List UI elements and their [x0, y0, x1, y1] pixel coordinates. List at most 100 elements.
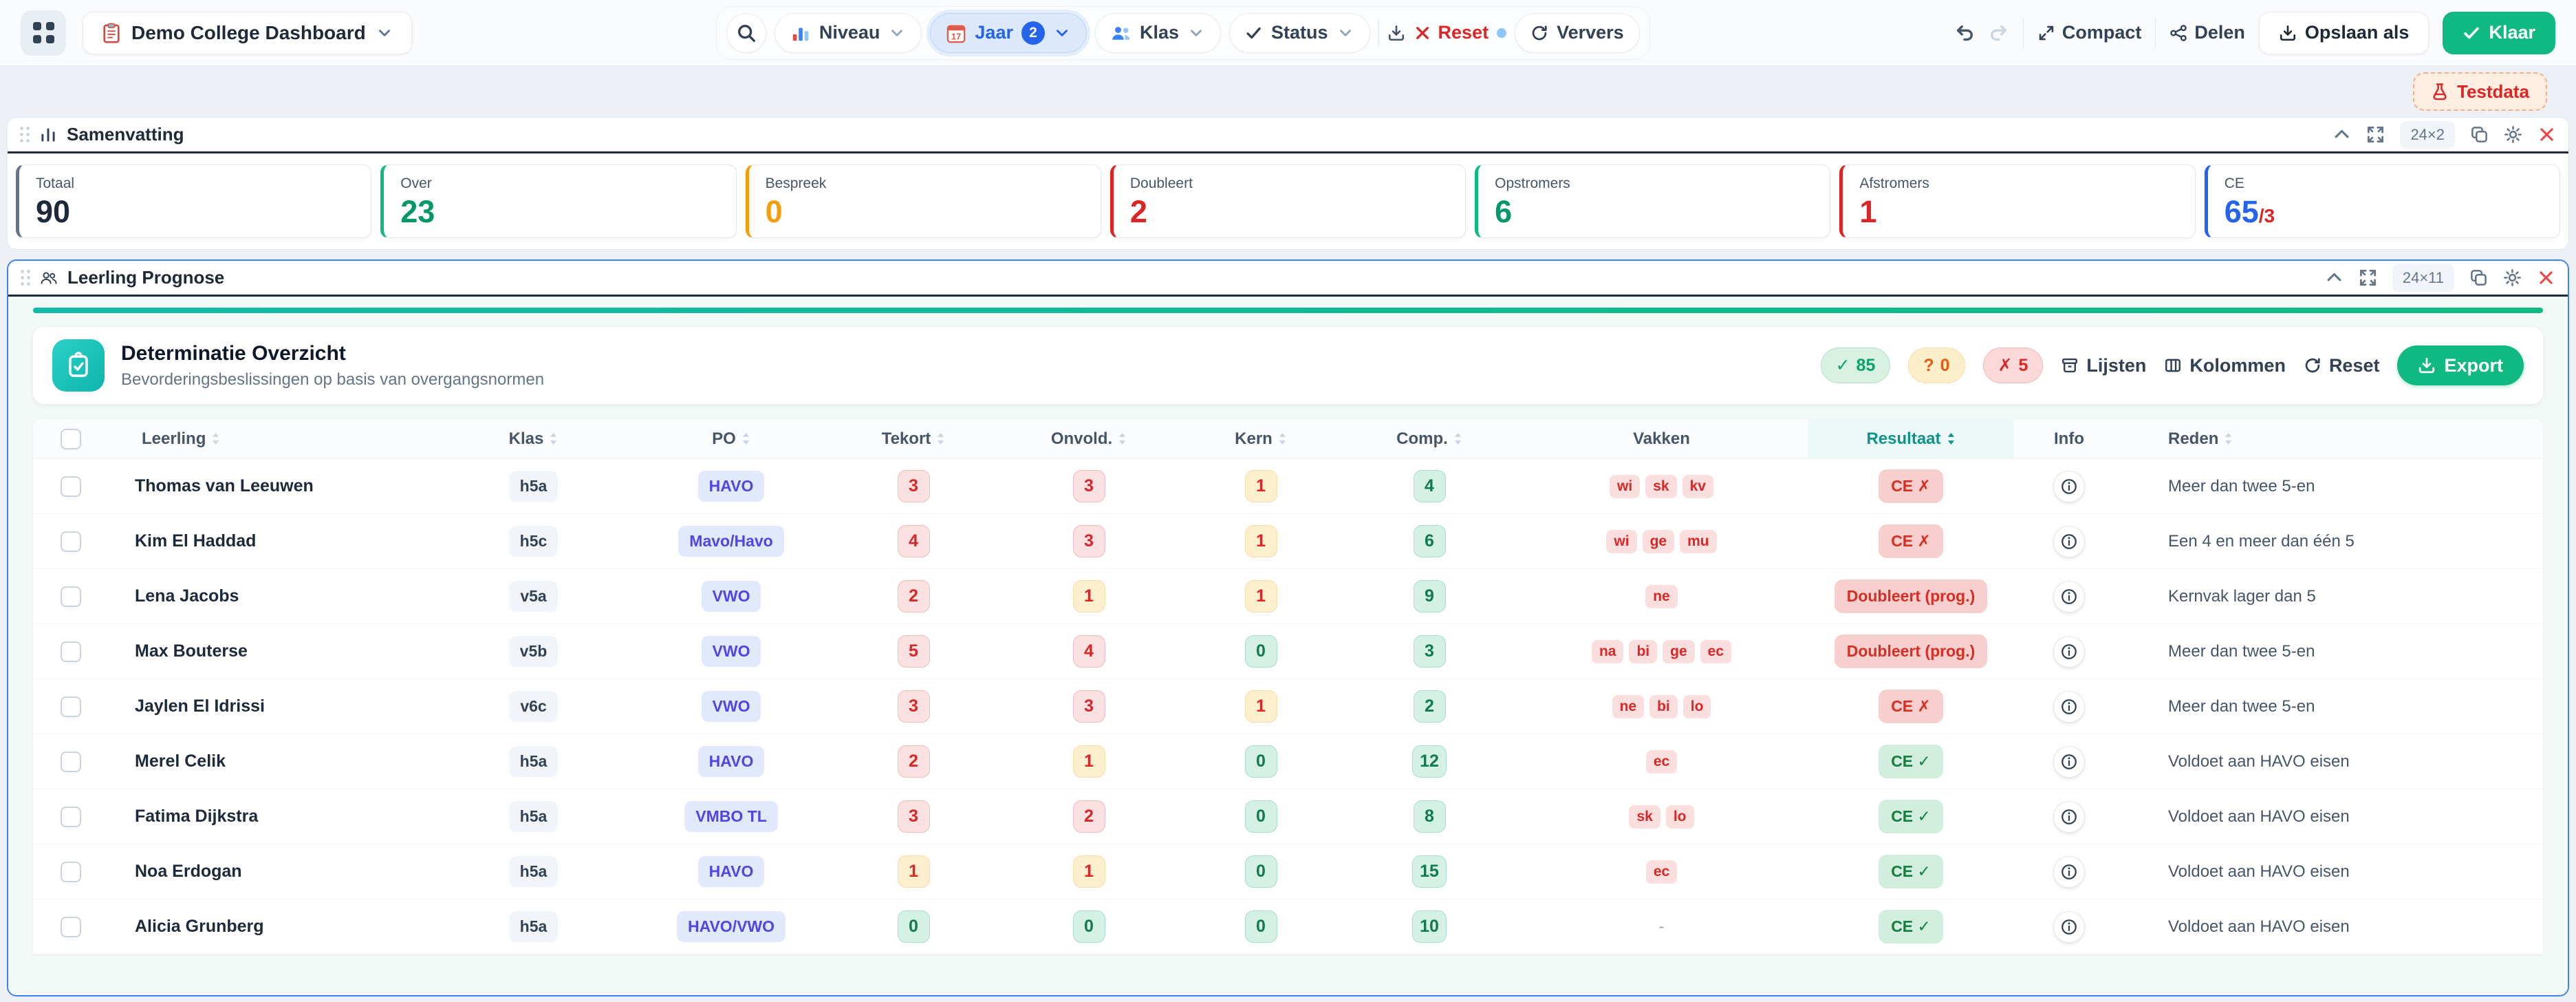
table-row[interactable]: Noa Erdogan h5a HAVO 1 1 0 15 ec CE ✓ Vo…: [33, 844, 2543, 899]
row-checkbox[interactable]: [61, 586, 81, 607]
ververs-button[interactable]: Ververs: [1515, 13, 1640, 53]
onvold-cell: 0: [999, 910, 1178, 943]
student-name: Kim El Haddad: [135, 531, 256, 551]
info-button[interactable]: [2053, 636, 2085, 668]
klaar-button[interactable]: Klaar: [2443, 12, 2555, 54]
header-tekort[interactable]: Tekort: [827, 419, 999, 458]
collapse-icon[interactable]: [2333, 125, 2351, 144]
select-all-checkbox[interactable]: [61, 429, 81, 449]
header-leerling[interactable]: Leerling: [109, 419, 432, 458]
panel-controls: 24×2: [2333, 121, 2556, 149]
tekort-cell: 3: [827, 470, 999, 502]
x-icon: [1414, 24, 1431, 42]
row-checkbox[interactable]: [61, 641, 81, 662]
info-button[interactable]: [2053, 801, 2085, 833]
header-reden[interactable]: Reden: [2124, 419, 2543, 458]
search-button[interactable]: [726, 13, 766, 53]
vak-chip: lo: [1683, 695, 1711, 718]
compact-button[interactable]: Compact: [2037, 22, 2142, 43]
table-row[interactable]: Kim El Haddad h5c Mavo/Havo 4 3 1 6 wige…: [33, 514, 2543, 569]
filter-jaar-label: Jaar: [975, 22, 1013, 43]
undo-button[interactable]: [1954, 23, 1975, 43]
gear-icon[interactable]: [2503, 268, 2522, 287]
row-checkbox[interactable]: [61, 696, 81, 717]
row-checkbox[interactable]: [61, 862, 81, 882]
dashboard-selector[interactable]: Demo College Dashboard: [83, 12, 412, 54]
row-checkbox[interactable]: [61, 807, 81, 827]
info-button[interactable]: [2053, 911, 2085, 943]
copy-icon[interactable]: [2469, 268, 2488, 287]
delen-button[interactable]: Delen: [2169, 22, 2245, 43]
lijsten-button[interactable]: Lijsten: [2061, 355, 2146, 376]
po-badge: VWO: [702, 636, 761, 667]
row-checkbox[interactable]: [61, 476, 81, 497]
summary-card-label: CE: [2225, 175, 2543, 192]
onvold-badge: 3: [1073, 690, 1105, 723]
search-icon: [736, 23, 757, 43]
filter-status[interactable]: Status: [1229, 13, 1370, 53]
info-button[interactable]: [2053, 856, 2085, 888]
close-icon[interactable]: [2537, 268, 2555, 287]
filter-niveau[interactable]: Niveau: [775, 13, 922, 53]
student-name: Jaylen El Idrissi: [135, 696, 265, 716]
copy-icon[interactable]: [2470, 125, 2489, 144]
header-onvold[interactable]: Onvold.: [999, 419, 1178, 458]
reset-table-button[interactable]: Reset: [2304, 355, 2380, 376]
header-klas[interactable]: Klas: [432, 419, 635, 458]
export-label: Export: [2444, 355, 2503, 376]
filter-klas-label: Klas: [1140, 22, 1179, 43]
save-filter-button[interactable]: [1387, 24, 1405, 42]
filter-jaar-count-badge: 2: [1021, 21, 1045, 45]
testdata-label: Testdata: [2457, 81, 2529, 103]
app-launcher-button[interactable]: [21, 10, 66, 56]
row-checkbox[interactable]: [61, 752, 81, 772]
people-icon: [1111, 23, 1132, 43]
tekort-cell: 5: [827, 635, 999, 668]
redo-button[interactable]: [1989, 23, 2009, 43]
export-button[interactable]: Export: [2397, 345, 2524, 385]
opslaan-als-button[interactable]: Opslaan als: [2259, 12, 2429, 54]
header-comp[interactable]: Comp.: [1343, 419, 1515, 458]
table-row[interactable]: Thomas van Leeuwen h5a HAVO 3 3 1 4 wisk…: [33, 459, 2543, 514]
count-pill-fail: ✗ 5: [1983, 348, 2044, 383]
header-kern[interactable]: Kern: [1178, 419, 1343, 458]
row-checkbox[interactable]: [61, 917, 81, 937]
filter-klas[interactable]: Klas: [1095, 13, 1221, 53]
header-po[interactable]: PO: [635, 419, 827, 458]
drag-handle-icon[interactable]: [20, 127, 30, 142]
row-checkbox[interactable]: [61, 531, 81, 552]
student-name: Thomas van Leeuwen: [135, 476, 314, 496]
reset-filters-button[interactable]: Reset: [1414, 22, 1489, 43]
table-row[interactable]: Jaylen El Idrissi v6c VWO 3 3 1 2 nebilo…: [33, 679, 2543, 734]
info-button[interactable]: [2053, 691, 2085, 723]
table-row[interactable]: Alicia Grunberg h5a HAVO/VWO 0 0 0 10 - …: [33, 899, 2543, 955]
reden-text: Meer dan twee 5-en: [2168, 642, 2315, 661]
gear-icon[interactable]: [2504, 125, 2522, 144]
vakken-cell: nabigeec: [1592, 640, 1731, 663]
table-row[interactable]: Merel Celik h5a HAVO 2 1 0 12 ec CE ✓ Vo…: [33, 734, 2543, 789]
size-badge: 24×2: [2400, 121, 2455, 149]
comp-cell: 8: [1343, 800, 1515, 833]
summary-card: Doubleert 2: [1110, 164, 1466, 238]
header-resultaat[interactable]: Resultaat: [1808, 419, 2014, 458]
tekort-badge: 2: [898, 580, 930, 612]
fullscreen-icon[interactable]: [2366, 125, 2385, 144]
tekort-badge: 1: [898, 855, 930, 888]
filter-jaar[interactable]: 17 Jaar 2: [930, 13, 1087, 53]
table-row[interactable]: Lena Jacobs v5a VWO 2 1 1 9 ne Doubleert…: [33, 569, 2543, 624]
info-button[interactable]: [2053, 581, 2085, 612]
info-button[interactable]: [2053, 526, 2085, 557]
collapse-icon[interactable]: [2325, 268, 2344, 287]
klas-badge: h5a: [509, 856, 559, 887]
fullscreen-icon[interactable]: [2359, 268, 2377, 287]
close-icon[interactable]: [2537, 125, 2556, 144]
info-button[interactable]: [2053, 471, 2085, 502]
kolommen-button[interactable]: Kolommen: [2164, 355, 2286, 376]
drag-handle-icon[interactable]: [21, 270, 30, 286]
vakken-cell: ec: [1646, 750, 1677, 774]
table-row[interactable]: Max Bouterse v5b VWO 5 4 0 3 nabigeec Do…: [33, 624, 2543, 679]
reden-text: Voldoet aan HAVO eisen: [2168, 752, 2350, 771]
info-button[interactable]: [2053, 746, 2085, 778]
summary-card-value: 23: [400, 196, 719, 227]
table-row[interactable]: Fatima Dijkstra h5a VMBO TL 3 2 0 8 sklo…: [33, 789, 2543, 844]
